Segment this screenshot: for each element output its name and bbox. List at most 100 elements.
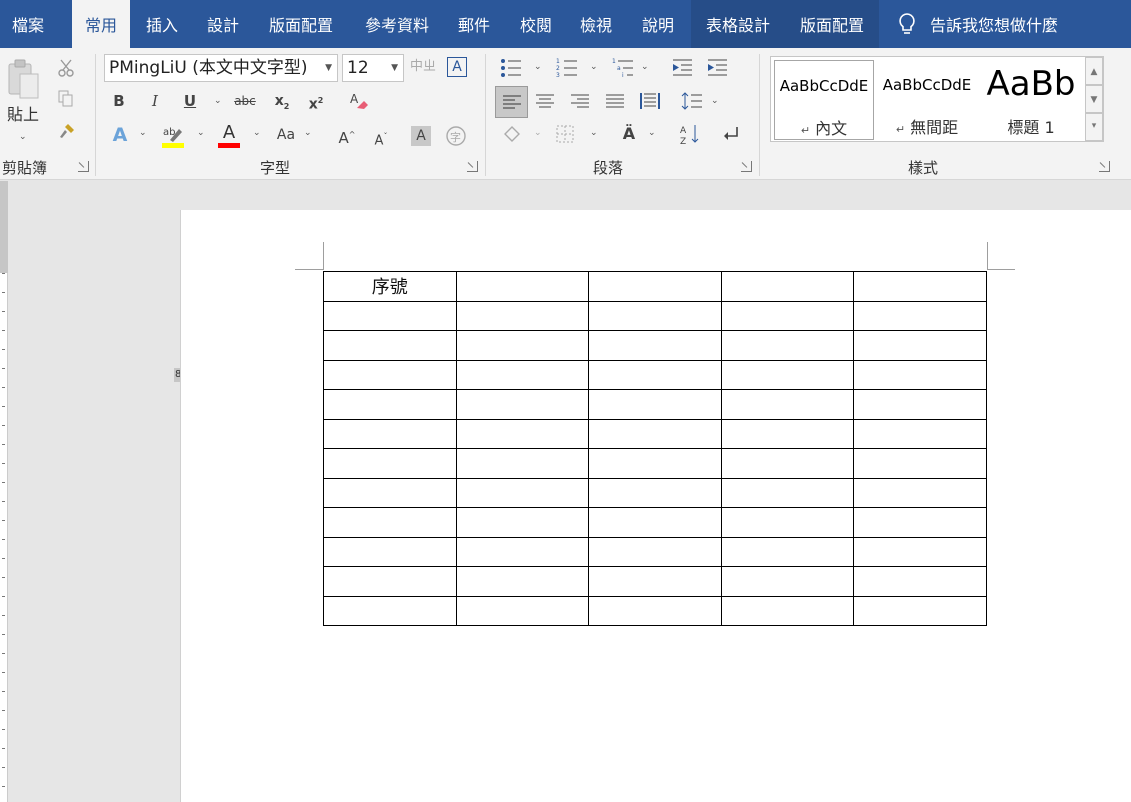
table-cell[interactable]	[323, 595, 457, 626]
table-cell[interactable]	[323, 418, 457, 449]
align-left-button[interactable]	[495, 86, 528, 118]
table-cell[interactable]	[853, 359, 987, 390]
table-cell[interactable]	[455, 300, 590, 331]
gallery-more-icon[interactable]: ▾	[1085, 113, 1103, 141]
table-cell[interactable]	[455, 418, 590, 449]
table-cell[interactable]	[588, 418, 722, 449]
line-spacing-icon[interactable]	[681, 92, 703, 110]
highlight-color-button[interactable]: ab	[160, 124, 186, 150]
table-cell[interactable]	[853, 330, 987, 361]
character-border-icon[interactable]: A	[447, 57, 467, 77]
table-cell[interactable]	[588, 536, 722, 567]
horizontal-ruler[interactable]: 8 6 4 2 2 4 8 10 12 14 16 18 22 24 26 28…	[0, 181, 1131, 392]
asian-layout-icon[interactable]: Ä	[617, 123, 641, 145]
justify-icon[interactable]	[606, 94, 624, 108]
table-cell[interactable]	[455, 389, 590, 420]
table-cell[interactable]	[323, 477, 457, 508]
table-cell[interactable]	[323, 359, 457, 390]
table-cell[interactable]	[720, 477, 855, 508]
phonetic-guide-icon[interactable]: 中ㄓ	[410, 56, 436, 78]
table-cell[interactable]	[588, 595, 722, 626]
shading-icon[interactable]	[502, 124, 522, 144]
table-cell[interactable]	[455, 271, 590, 302]
table-cell[interactable]	[853, 536, 987, 567]
style-heading-1[interactable]: AaBb 標題 1	[981, 60, 1081, 140]
format-painter-icon[interactable]	[58, 122, 76, 140]
tab-layout[interactable]: 版面配置	[258, 0, 344, 48]
table-cell[interactable]	[455, 477, 590, 508]
table-cell[interactable]	[455, 330, 590, 361]
tell-me-search[interactable]: 告訴我您想做什麼	[898, 0, 1058, 48]
font-name-combo[interactable]: PMingLiU (本文中文字型) ▼	[104, 54, 338, 82]
table-cell[interactable]	[720, 536, 855, 567]
tab-file[interactable]: 檔案	[0, 0, 56, 48]
tab-table-layout[interactable]: 版面配置	[785, 0, 879, 48]
highlight-chevron-icon[interactable]: ⌄	[197, 128, 205, 138]
italic-button[interactable]: I	[144, 90, 166, 112]
tab-home[interactable]: 常用	[72, 0, 130, 48]
table-cell[interactable]	[455, 359, 590, 390]
line-spacing-chevron-icon[interactable]: ⌄	[711, 96, 719, 106]
text-effects-chevron-icon[interactable]: ⌄	[139, 128, 147, 138]
table-cell[interactable]	[720, 389, 855, 420]
table-cell[interactable]	[323, 300, 457, 331]
table-cell[interactable]	[455, 507, 590, 538]
paragraph-launcher-icon[interactable]	[741, 161, 752, 172]
shrink-font-icon[interactable]: Aˇ	[370, 126, 392, 152]
bullets-chevron-icon[interactable]: ⌄	[534, 62, 542, 72]
sort-icon[interactable]: AZ	[680, 123, 700, 145]
bold-button[interactable]: B	[108, 90, 130, 112]
gallery-scroll-up-icon[interactable]: ▲	[1085, 57, 1103, 85]
character-shading-button[interactable]: A	[411, 126, 431, 146]
table-cell[interactable]	[720, 330, 855, 361]
table-cell[interactable]	[588, 566, 722, 597]
borders-icon[interactable]	[556, 125, 574, 143]
style-no-spacing[interactable]: AaBbCcDdE ↵ 無間距	[877, 60, 977, 140]
table-cell[interactable]	[323, 507, 457, 538]
clear-formatting-icon[interactable]: A	[348, 90, 370, 112]
table-cell[interactable]	[323, 389, 457, 420]
table-cell[interactable]	[720, 566, 855, 597]
numbering-icon[interactable]: 123	[556, 58, 578, 78]
increase-indent-icon[interactable]	[706, 58, 728, 78]
clipboard-launcher-icon[interactable]	[78, 161, 89, 172]
tab-design[interactable]: 設計	[198, 0, 248, 48]
styles-launcher-icon[interactable]	[1099, 161, 1110, 172]
tab-review[interactable]: 校閱	[510, 0, 562, 48]
multilevel-chevron-icon[interactable]: ⌄	[641, 62, 649, 72]
table-cell[interactable]	[323, 536, 457, 567]
table-cell[interactable]	[588, 330, 722, 361]
table-cell[interactable]	[588, 389, 722, 420]
font-size-combo[interactable]: 12 ▼	[342, 54, 404, 82]
style-normal[interactable]: AaBbCcDdE ↵ 內文	[774, 60, 874, 140]
table-cell[interactable]	[588, 507, 722, 538]
table-cell[interactable]	[455, 448, 590, 479]
borders-chevron-icon[interactable]: ⌄	[590, 128, 598, 138]
underline-button[interactable]: U	[179, 90, 201, 112]
tab-insert[interactable]: 插入	[136, 0, 188, 48]
shading-chevron-icon[interactable]: ⌄	[534, 128, 542, 138]
multilevel-list-icon[interactable]: 1ai	[612, 58, 634, 78]
table-cell[interactable]	[853, 300, 987, 331]
tab-view[interactable]: 檢視	[570, 0, 622, 48]
grow-font-icon[interactable]: A^	[336, 124, 358, 149]
text-effects-icon[interactable]: A	[108, 124, 132, 146]
table-cell[interactable]	[720, 595, 855, 626]
table-cell[interactable]	[853, 507, 987, 538]
table-cell[interactable]	[588, 271, 722, 302]
enclose-characters-icon[interactable]: 字	[445, 125, 467, 147]
underline-dropdown-chevron-icon[interactable]: ⌄	[214, 96, 222, 106]
subscript-icon[interactable]: x2	[270, 90, 294, 118]
bullets-icon[interactable]	[500, 58, 522, 78]
cut-icon[interactable]	[57, 58, 75, 78]
document-page[interactable]: 序號	[180, 210, 1131, 802]
table-cell[interactable]	[720, 300, 855, 331]
tab-references[interactable]: 參考資料	[354, 0, 440, 48]
tab-table-design[interactable]: 表格設計	[691, 0, 785, 48]
table-cell[interactable]	[323, 330, 457, 361]
table-cell[interactable]	[588, 300, 722, 331]
paste-dropdown-chevron-icon[interactable]: ⌄	[19, 132, 27, 142]
table-cell[interactable]	[853, 595, 987, 626]
distributed-icon[interactable]	[640, 92, 660, 110]
table-cell[interactable]	[720, 359, 855, 390]
